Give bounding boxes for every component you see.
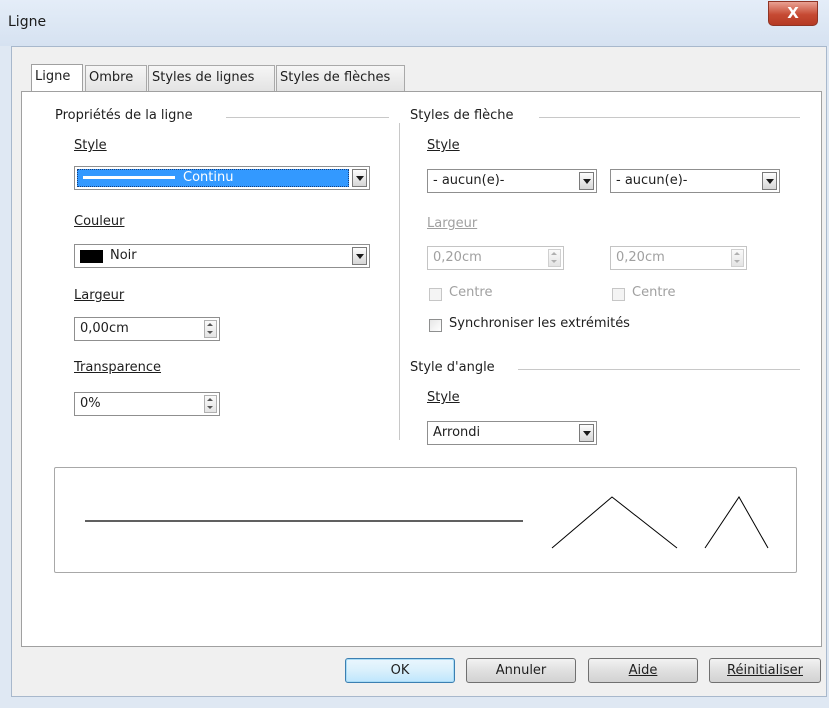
line-color-label: Couleur xyxy=(74,214,125,229)
group-divider xyxy=(399,123,400,440)
line-style-value: Continu xyxy=(183,170,234,185)
chevron-down-icon[interactable] xyxy=(352,247,367,265)
spin-arrows-icon[interactable] xyxy=(204,395,217,413)
tab-styles-de-lignes[interactable]: Styles de lignes xyxy=(148,65,275,91)
center-start-label: Centre xyxy=(449,285,493,300)
arrow-styles-separator xyxy=(539,117,800,118)
line-width-label: Largeur xyxy=(74,288,125,303)
spin-arrows-icon[interactable] xyxy=(204,320,217,338)
line-style-label: Style xyxy=(74,138,107,153)
preview-wide-angle xyxy=(551,496,678,549)
tab-styles-de-fleches[interactable]: Styles de flèches xyxy=(276,65,405,91)
corner-style-label: Style xyxy=(427,390,460,405)
arrow-end-width-spinner[interactable]: 0,20cm xyxy=(610,246,747,270)
corner-style-select[interactable]: Arrondi xyxy=(427,421,597,445)
center-start-checkbox[interactable] xyxy=(429,288,442,301)
arrow-end-select[interactable]: - aucun(e)- xyxy=(610,169,780,193)
arrow-start-width-spinner[interactable]: 0,20cm xyxy=(427,246,564,270)
spin-arrows-icon[interactable] xyxy=(731,249,744,267)
close-button[interactable]: X xyxy=(768,1,818,26)
arrow-style-label: Style xyxy=(427,138,460,153)
help-button-label: Aide xyxy=(628,663,658,678)
line-color-select[interactable]: Noir xyxy=(74,244,370,268)
preview-narrow-angle xyxy=(704,496,769,549)
cancel-button[interactable]: Annuler xyxy=(466,658,576,683)
reset-button-label: Réinitialiser xyxy=(727,663,803,678)
arrow-end-value: - aucun(e)- xyxy=(616,173,688,188)
spin-arrows-icon[interactable] xyxy=(548,249,561,267)
arrow-start-select[interactable]: - aucun(e)- xyxy=(427,169,597,193)
title-bar[interactable]: Ligne X xyxy=(0,0,829,46)
line-style-select[interactable]: Continu xyxy=(74,166,370,190)
corner-style-value: Arrondi xyxy=(433,425,481,440)
ok-button[interactable]: OK xyxy=(345,658,455,683)
line-preview-area xyxy=(54,467,797,573)
tab-ombre[interactable]: Ombre xyxy=(85,65,147,91)
line-properties-separator xyxy=(226,117,389,118)
chevron-down-icon[interactable] xyxy=(762,172,777,190)
sync-ends-label: Synchroniser les extrémités xyxy=(449,316,630,331)
line-properties-heading: Propriétés de la ligne xyxy=(55,108,193,123)
chevron-down-icon[interactable] xyxy=(579,172,594,190)
corner-style-separator xyxy=(518,369,800,370)
line-preview-graphic xyxy=(85,496,769,549)
arrow-end-width-value: 0,20cm xyxy=(616,250,665,265)
sync-ends-checkbox[interactable] xyxy=(429,319,442,332)
transparency-label: Transparence xyxy=(74,360,162,375)
arrow-start-value: - aucun(e)- xyxy=(433,173,505,188)
window-title: Ligne xyxy=(8,14,47,30)
close-icon: X xyxy=(787,4,799,22)
transparency-spinner[interactable]: 0% xyxy=(74,392,220,416)
chevron-down-icon[interactable] xyxy=(579,424,594,442)
line-style-preview-icon xyxy=(83,176,175,179)
arrow-styles-heading: Styles de flèche xyxy=(410,108,514,123)
color-swatch xyxy=(80,250,103,263)
corner-style-heading: Style d'angle xyxy=(410,360,495,375)
tab-ligne[interactable]: Ligne xyxy=(31,64,83,92)
line-width-value: 0,00cm xyxy=(80,321,129,336)
center-end-checkbox[interactable] xyxy=(612,288,625,301)
transparency-value: 0% xyxy=(80,396,101,411)
chevron-down-icon[interactable] xyxy=(352,169,367,187)
line-color-value: Noir xyxy=(110,248,137,263)
arrow-width-label: Largeur xyxy=(427,216,478,231)
help-button[interactable]: Aide xyxy=(588,658,698,683)
line-width-spinner[interactable]: 0,00cm xyxy=(74,317,220,341)
center-end-label: Centre xyxy=(632,285,676,300)
reset-button[interactable]: Réinitialiser xyxy=(709,658,821,683)
arrow-start-width-value: 0,20cm xyxy=(433,250,482,265)
